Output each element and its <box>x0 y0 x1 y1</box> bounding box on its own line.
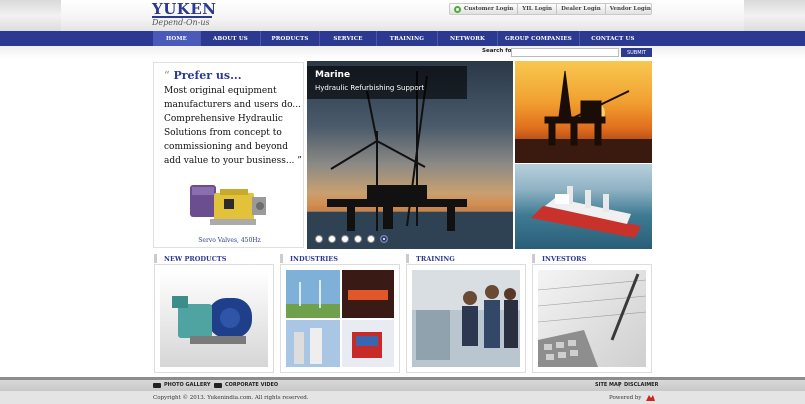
camera-icon <box>153 382 161 388</box>
logo-tagline: Depend-On-us <box>152 18 210 27</box>
slider-subtitle: Hydraulic Refurbishing Support <box>315 84 425 92</box>
dealer-login-link[interactable]: Dealer Login <box>557 4 606 14</box>
video-icon <box>214 382 222 388</box>
promo-body-text: Most original equipment manufacturers an… <box>164 86 301 166</box>
powered-by[interactable]: Powered by <box>609 395 655 401</box>
submit-button[interactable]: SUBMIT <box>621 48 652 57</box>
investors-calculator-image <box>538 270 646 367</box>
training-photo-image <box>412 270 520 367</box>
corporate-video-label: CORPORATE VIDEO <box>225 382 279 388</box>
vendor-login-link[interactable]: Vendor Login <box>606 4 655 14</box>
nav-service[interactable]: SERVICE <box>320 31 377 46</box>
footer-bar <box>0 380 805 391</box>
oil-rig-sunset-image[interactable] <box>515 61 652 163</box>
developer-logo-icon <box>645 395 655 401</box>
oil-rig-graphic <box>515 70 652 163</box>
yuken-logo[interactable]: YUKEN Depend-On-us <box>152 0 217 29</box>
slider-dot-5[interactable] <box>367 235 375 243</box>
nav-contact-us[interactable]: CONTACT US <box>580 31 646 46</box>
promo-body: Most original equipment manufacturers an… <box>164 84 302 168</box>
promo-caption: Servo Valves, 450Hz <box>198 237 261 244</box>
corporate-video-link[interactable]: CORPORATE VIDEO <box>214 382 278 388</box>
ship-graphic <box>531 186 641 238</box>
ship-at-sea-image[interactable] <box>515 164 652 249</box>
slider-dot-1[interactable] <box>315 235 323 243</box>
hero-slider[interactable]: Marine Hydraulic Refurbishing Support <box>307 61 513 249</box>
slider-dot-4[interactable] <box>354 235 362 243</box>
slider-dots <box>315 235 388 243</box>
nav-products[interactable]: PRODUCTS <box>261 31 320 46</box>
login-arrow-icon <box>454 5 461 13</box>
sitemap-link[interactable]: SITE MAP <box>595 382 622 388</box>
photo-gallery-label: PHOTO GALLERY <box>164 382 211 388</box>
disclaimer-link[interactable]: DISCLAIMER <box>624 382 658 388</box>
powered-by-label: Powered by <box>609 395 642 401</box>
new-product-pump-image <box>160 270 268 367</box>
vendor-login-label: Vendor Login <box>609 6 651 12</box>
open-quote: “ <box>164 69 170 82</box>
photo-gallery-link[interactable]: PHOTO GALLERY <box>153 382 210 388</box>
search-row <box>0 46 805 59</box>
search-input[interactable] <box>511 48 619 57</box>
slider-dot-2[interactable] <box>328 235 336 243</box>
customer-login-label: Customer Login <box>464 6 514 12</box>
customer-login-link[interactable]: Customer Login <box>450 4 519 14</box>
yil-login-label: YIL Login <box>522 6 553 12</box>
section-heading-training[interactable]: TRAINING <box>406 253 526 264</box>
yil-login-link[interactable]: YIL Login <box>518 4 558 14</box>
nav-network[interactable]: NETWORK <box>438 31 498 46</box>
copyright-text: Copyright © 2013. Yukenindia.com. All ri… <box>153 395 309 401</box>
industries-card[interactable] <box>280 264 400 373</box>
slider-title: Marine <box>315 70 351 80</box>
promo-heading: “ Prefer us... <box>164 69 242 82</box>
login-bar: Customer Login YIL Login Dealer Login Ve… <box>449 3 652 15</box>
footer-separator: | <box>619 382 621 388</box>
slider-dot-3[interactable] <box>341 235 349 243</box>
close-quote: ” <box>297 156 302 166</box>
servo-valve-image[interactable] <box>184 175 276 235</box>
industries-collage-image <box>286 270 394 367</box>
training-card[interactable] <box>406 264 526 373</box>
section-heading-new-products[interactable]: NEW PRODUCTS <box>154 253 274 264</box>
promo-heading-text: Prefer us... <box>173 69 242 82</box>
investors-card[interactable] <box>532 264 652 373</box>
new-products-card[interactable] <box>154 264 274 373</box>
section-heading-investors[interactable]: INVESTORS <box>532 253 652 264</box>
nav-group-companies[interactable]: GROUP COMPANIES <box>498 31 580 46</box>
slider-dot-6[interactable] <box>380 235 388 243</box>
nav-about-us[interactable]: ABOUT US <box>201 31 261 46</box>
nav-training[interactable]: TRAINING <box>377 31 438 46</box>
nav-home[interactable]: HOME <box>153 31 201 46</box>
section-heading-industries[interactable]: INDUSTRIES <box>280 253 400 264</box>
promo-panel: “ Prefer us... Most original equipment m… <box>153 62 304 248</box>
copyright-bar <box>0 391 805 404</box>
logo-wordmark: YUKEN <box>152 0 217 18</box>
dealer-login-label: Dealer Login <box>561 6 601 12</box>
main-nav: HOME ABOUT US PRODUCTS SERVICE TRAINING … <box>0 31 805 46</box>
